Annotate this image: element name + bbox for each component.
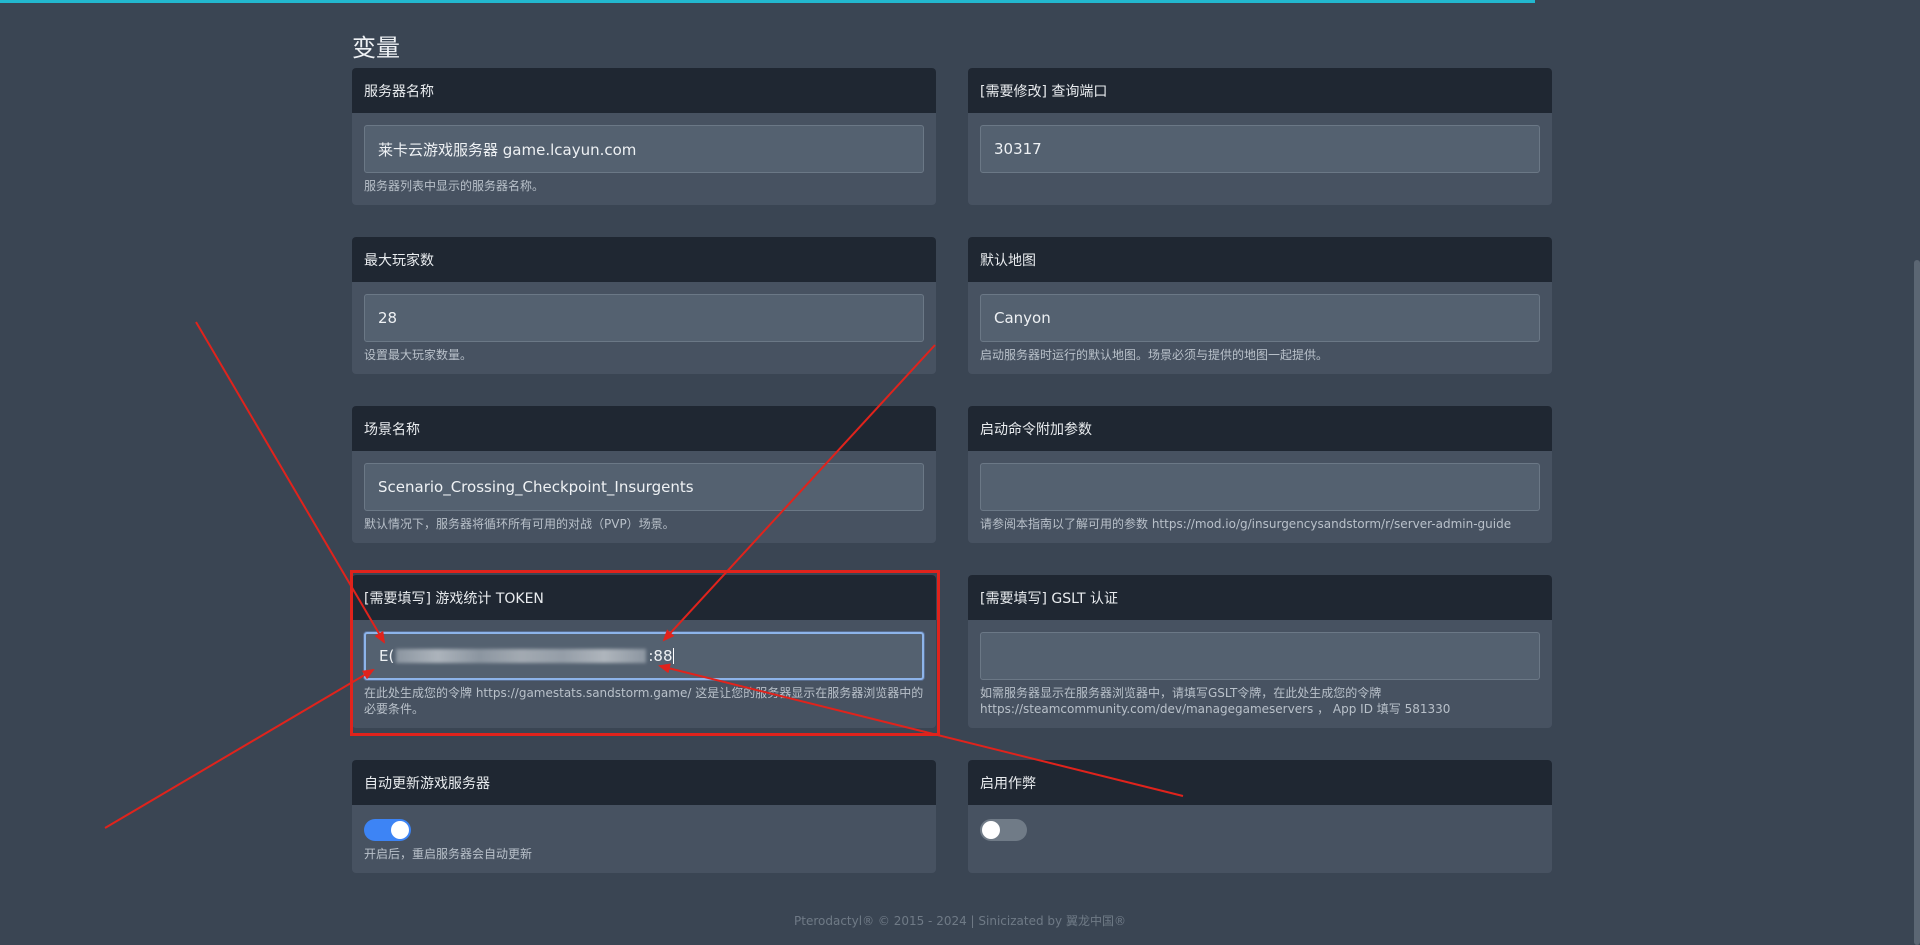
redacted-token [396, 649, 647, 663]
help-text: 设置最大玩家数量。 [364, 348, 473, 362]
variable-card-gamestats-token: [需要填写] 游戏统计 TOKEN E( :88 在此处生成您的令牌 https… [352, 575, 936, 728]
variable-card-default-map: 默认地图 启动服务器时运行的默认地图。场景必须与提供的地图一起提供。 [968, 237, 1552, 374]
variable-card-launch-args: 启动命令附加参数 请参阅本指南以了解可用的参数 https://mod.io/g… [968, 406, 1552, 543]
variable-card-auto-update: 自动更新游戏服务器 开启后，重启服务器会自动更新 [352, 760, 936, 873]
scenario-input[interactable] [364, 463, 924, 511]
toggle-knob [982, 821, 1000, 839]
variable-card-gslt: [需要填写] GSLT 认证 如需服务器显示在服务器浏览器中，请填写GSLT令牌… [968, 575, 1552, 728]
text-caret [673, 648, 675, 664]
footer-copyright: Pterodactyl® © 2015 - 2024 | Sinicizated… [794, 914, 1126, 928]
help-text: 启动服务器时运行的默认地图。场景必须与提供的地图一起提供。 [980, 348, 1329, 362]
token-end: :88 [648, 647, 673, 665]
help-text: 默认情况下，服务器将循环所有可用的对战（PVP）场景。 [364, 517, 675, 531]
card-label: 启动命令附加参数 [968, 406, 1552, 451]
annotation-arrows [104, 321, 1184, 829]
launch-args-input[interactable] [980, 463, 1540, 511]
help-text: 请参阅本指南以了解可用的参数 https://mod.io/g/insurgen… [980, 517, 1512, 531]
page-title: 变量 [352, 34, 400, 62]
card-label: 默认地图 [968, 237, 1552, 282]
help-text: 在此处生成您的令牌 https://gamestats.sandstorm.ga… [364, 686, 924, 716]
help-text: 开启后，重启服务器会自动更新 [364, 847, 533, 861]
variable-card-scenario: 场景名称 默认情况下，服务器将循环所有可用的对战（PVP）场景。 [352, 406, 936, 543]
card-label: [需要填写] 游戏统计 TOKEN [352, 575, 936, 620]
card-label: 自动更新游戏服务器 [352, 760, 936, 805]
query-port-input[interactable] [980, 125, 1540, 173]
card-label: 场景名称 [352, 406, 936, 451]
help-text: 服务器列表中显示的服务器名称。 [364, 179, 545, 193]
annotation-arrow [104, 668, 375, 829]
cheats-toggle[interactable] [980, 819, 1027, 841]
card-label: 启用作弊 [968, 760, 1552, 805]
auto-update-toggle[interactable] [364, 819, 411, 841]
help-text: 如需服务器显示在服务器浏览器中，请填写GSLT令牌，在此处生成您的令牌 http… [980, 686, 1451, 716]
card-label: 服务器名称 [352, 68, 936, 113]
page-scrollbar[interactable] [1914, 260, 1920, 945]
default-map-input[interactable] [980, 294, 1540, 342]
variable-card-max-players: 最大玩家数 设置最大玩家数量。 [352, 237, 936, 374]
toggle-knob [391, 821, 409, 839]
card-label: [需要填写] GSLT 认证 [968, 575, 1552, 620]
variable-card-server-name: 服务器名称 服务器列表中显示的服务器名称。 [352, 68, 936, 205]
token-start: E( [379, 647, 395, 665]
server-name-input[interactable] [364, 125, 924, 173]
variable-card-query-port: [需要修改] 查询端口 [968, 68, 1552, 205]
gslt-input[interactable] [980, 632, 1540, 680]
max-players-input[interactable] [364, 294, 924, 342]
gamestats-token-input[interactable]: E( :88 [364, 632, 924, 680]
variable-card-cheats: 启用作弊 [968, 760, 1552, 873]
card-label: 最大玩家数 [352, 237, 936, 282]
top-progress-bar [0, 0, 1535, 3]
card-label: [需要修改] 查询端口 [968, 68, 1552, 113]
